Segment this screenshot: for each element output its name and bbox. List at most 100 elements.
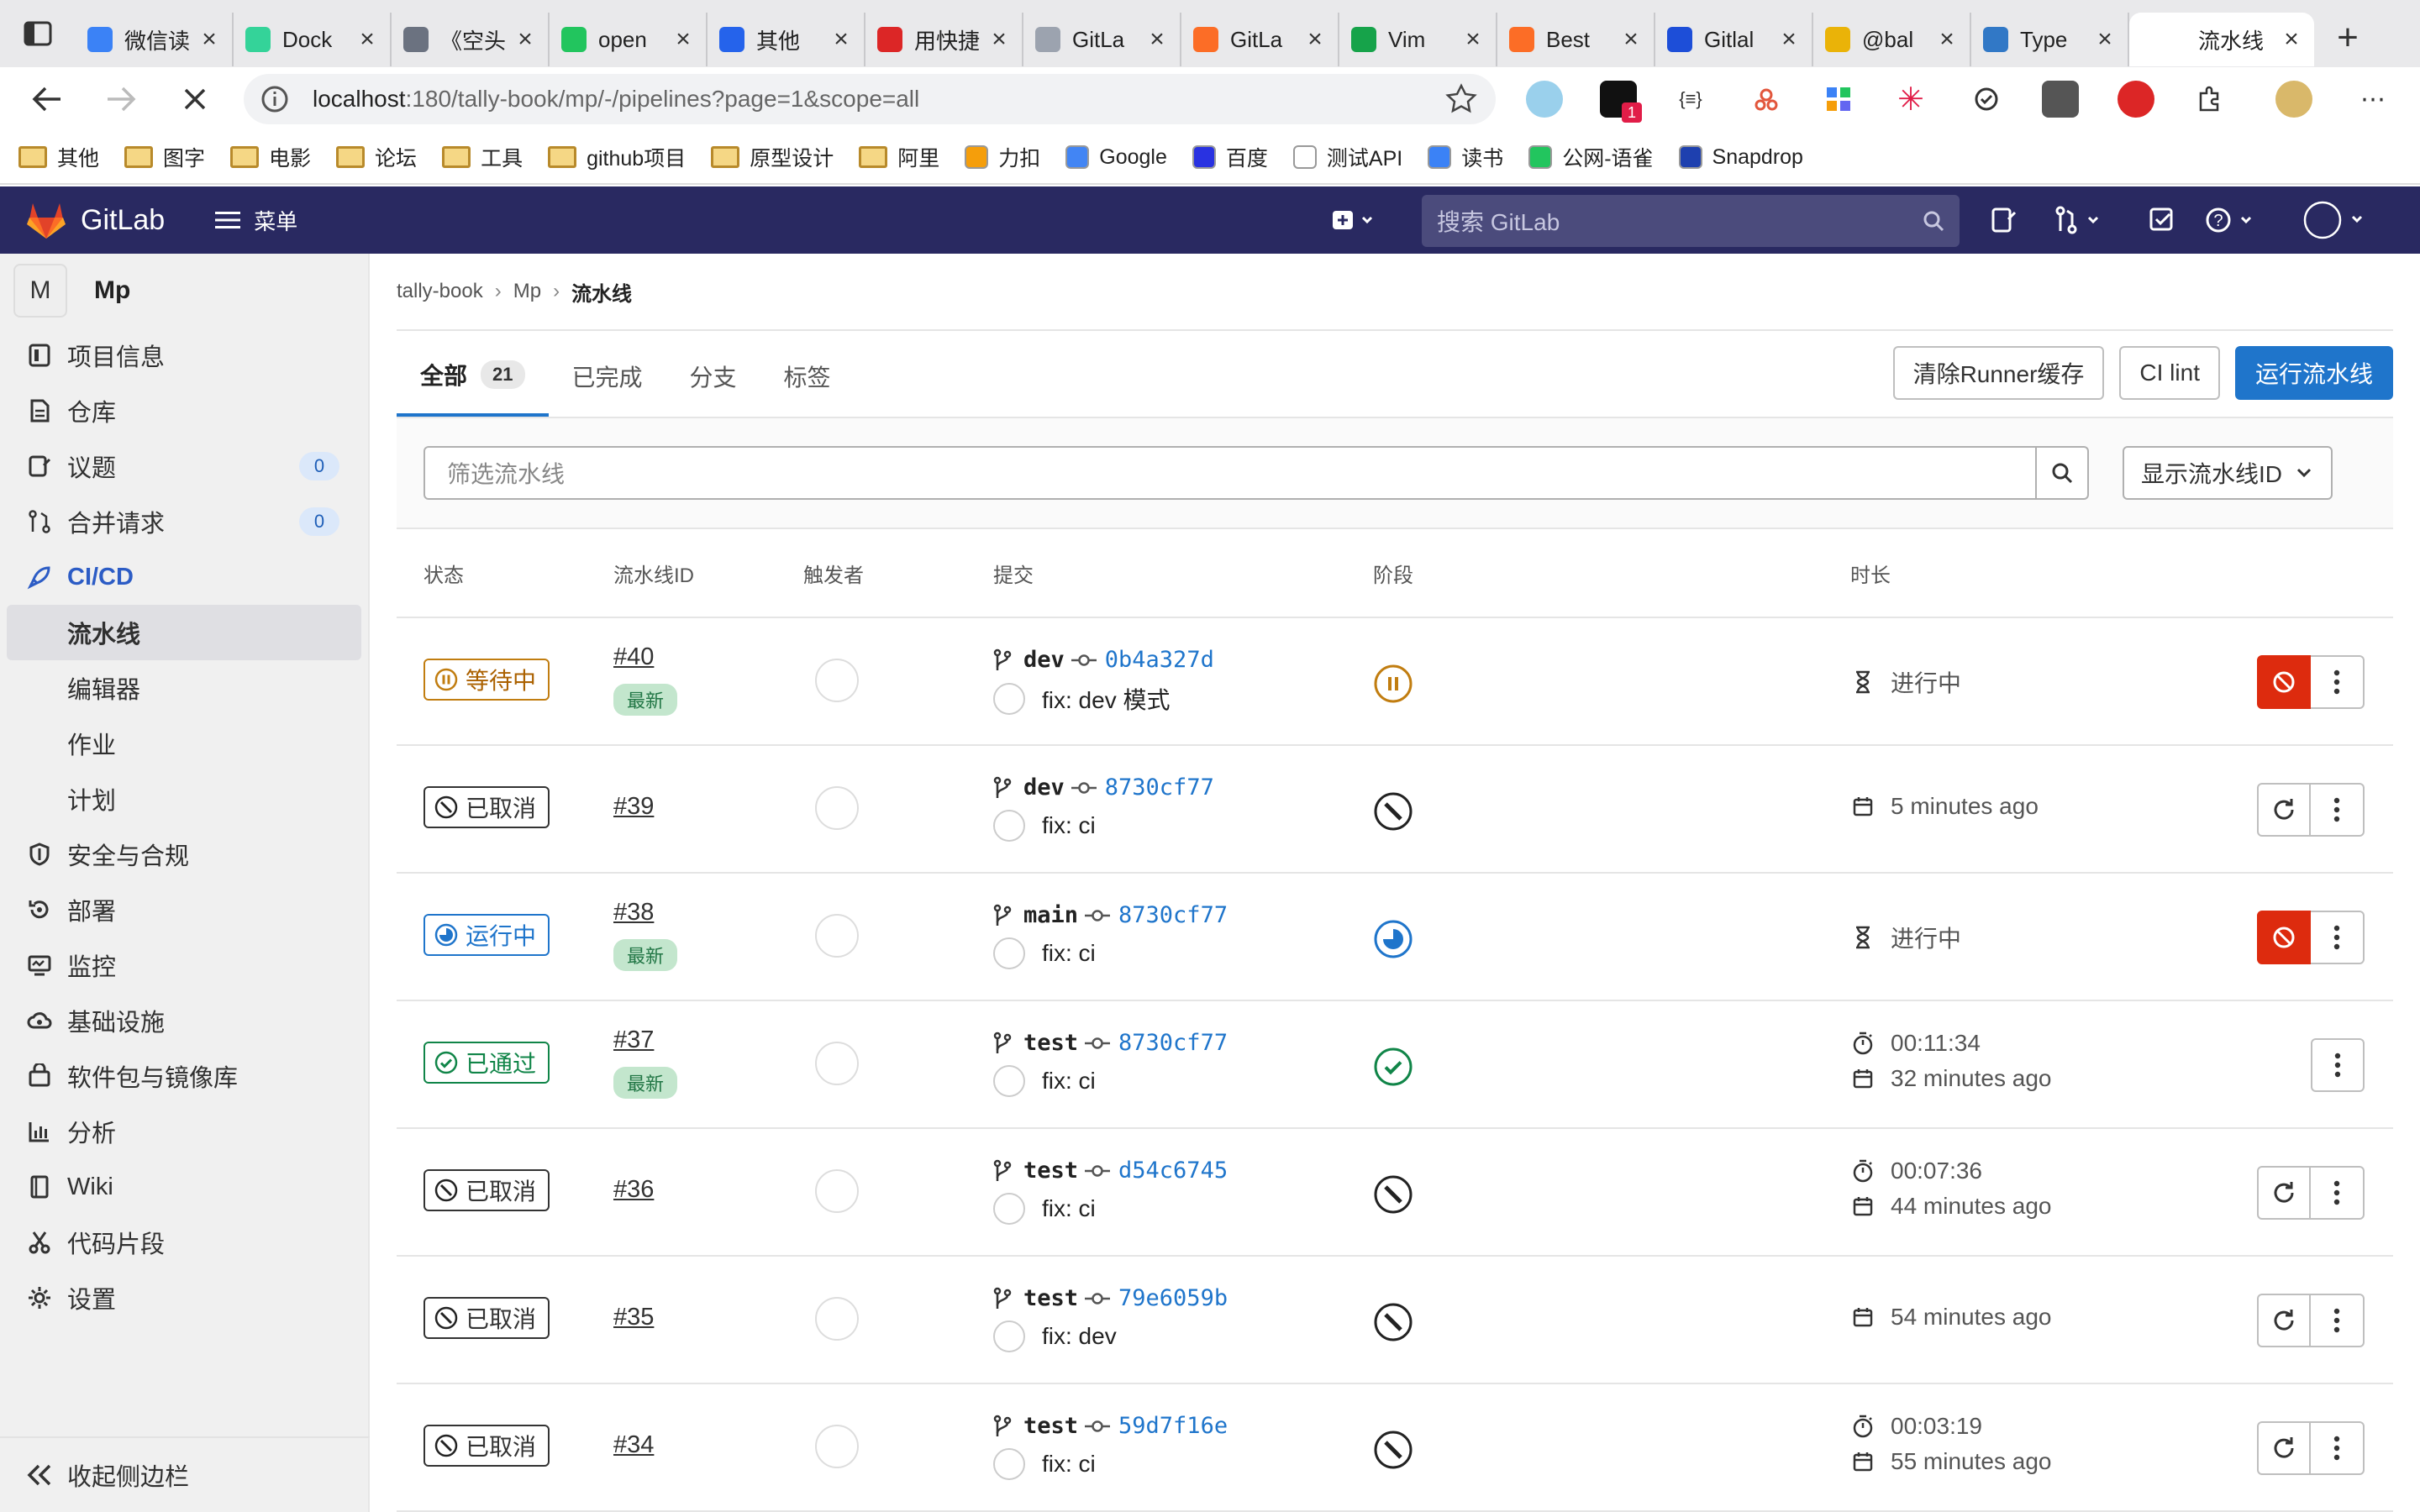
commit-title-link[interactable]: fix: ci [1042,812,1096,839]
browser-tab[interactable]: Dock × [234,13,392,66]
close-icon[interactable]: × [2094,25,2116,54]
tab-all[interactable]: 全部 21 [397,336,549,417]
retry-pipeline-button[interactable] [2257,1294,2311,1347]
new-item-dropdown[interactable] [1331,203,1376,237]
sidebar-item-cloud[interactable]: 基础设施 [0,993,368,1048]
close-icon[interactable]: × [198,25,220,54]
close-icon[interactable]: × [1462,25,1484,54]
browser-tab[interactable]: Vim × [1339,13,1497,66]
close-icon[interactable]: × [514,25,536,54]
branch-name-link[interactable]: test [1023,1158,1078,1184]
status-badge[interactable]: 已取消 [424,1169,550,1211]
commit-title-link[interactable]: fix: dev [1042,1323,1117,1350]
bookmark-folder[interactable]: 论坛 [336,142,417,172]
sidebar-item-rocket[interactable]: CI/CD [0,549,368,605]
todos-nav-icon[interactable] [2148,203,2176,237]
triggerer-avatar[interactable] [815,1042,859,1085]
close-icon[interactable]: × [1146,25,1168,54]
commit-sha-link[interactable]: 59d7f16e [1118,1413,1228,1439]
branch-name-link[interactable]: main [1023,902,1078,928]
tab-pipelines-active[interactable]: 流水线 × [2129,13,2314,66]
commit-title-link[interactable]: fix: ci [1042,1195,1096,1222]
browser-tab[interactable]: GitLa × [1023,13,1181,66]
canceled-stage-icon[interactable] [1373,791,1413,837]
bookmark-folder[interactable]: 工具 [442,142,523,172]
running-stage-icon[interactable] [1373,919,1413,965]
cancel-pipeline-button[interactable] [2257,911,2311,964]
gitlab-search-input[interactable]: 搜索 GitLab [1422,195,1960,247]
main-menu-button[interactable]: 菜单 [215,205,297,236]
sidebar-item-monitor[interactable]: 监控 [0,937,368,993]
branch-name-link[interactable]: test [1023,1413,1078,1439]
branch-name-link[interactable]: test [1023,1285,1078,1311]
sidebar-item-doc[interactable]: 仓库 [0,383,368,438]
browser-tab[interactable]: 其他 × [708,13,865,66]
help-dropdown-icon[interactable]: ? [2205,203,2259,237]
forward-icon[interactable] [84,67,158,131]
close-icon[interactable]: × [1304,25,1326,54]
commit-title-link[interactable]: fix: dev 模式 [1042,682,1170,716]
passed-stage-icon[interactable] [1373,1047,1413,1093]
sidebar-item-chart[interactable]: 分析 [0,1104,368,1159]
cancel-pipeline-button[interactable] [2257,655,2311,709]
canceled-stage-icon[interactable] [1373,1302,1413,1348]
branch-name-link[interactable]: dev [1023,647,1065,673]
pipeline-id-link[interactable]: #37 [613,1026,654,1054]
pipeline-id-link[interactable]: #40 [613,643,654,671]
breadcrumb-group[interactable]: tally-book [397,280,483,303]
browser-tab[interactable]: Best × [1497,13,1655,66]
bookmark-folder[interactable]: 图字 [124,142,205,172]
ci-lint-button[interactable]: CI lint [2119,346,2220,400]
tab-branches[interactable]: 分支 [666,336,760,417]
commit-sha-link[interactable]: 79e6059b [1118,1285,1228,1311]
author-avatar[interactable] [993,937,1025,969]
pipeline-filter-input[interactable]: 筛选流水线 [424,446,2089,500]
extension-icon[interactable] [1526,81,1563,118]
issues-nav-icon[interactable] [1990,203,2018,237]
browser-tab[interactable]: 《空头 × [392,13,550,66]
collapse-sidebar-button[interactable]: 收起侧边栏 [0,1436,370,1512]
triggerer-avatar[interactable] [815,1169,859,1213]
retry-pipeline-button[interactable] [2257,1166,2311,1220]
retry-pipeline-button[interactable] [2257,1421,2311,1475]
merge-requests-nav-icon[interactable] [2054,203,2104,237]
commit-sha-link[interactable]: d54c6745 [1118,1158,1228,1184]
breadcrumb-project[interactable]: Mp [513,280,541,303]
browser-tab[interactable]: Gitlal × [1655,13,1813,66]
commit-sha-link[interactable]: 8730cf77 [1118,1030,1228,1056]
triggerer-avatar[interactable] [815,786,859,830]
json-extension-icon[interactable]: {≡} [1672,81,1709,118]
close-icon[interactable]: × [988,25,1010,54]
extension-icon[interactable]: ✳ [1892,81,1929,118]
pipeline-id-link[interactable]: #34 [613,1431,654,1459]
breadcrumb-current[interactable]: 流水线 [571,277,632,307]
run-pipeline-button[interactable]: 运行流水线 [2234,346,2393,400]
bookmark-folder[interactable]: 其他 [18,142,99,172]
sidebar-item-package[interactable]: 软件包与镜像库 [0,1048,368,1104]
more-actions-button[interactable] [2311,655,2365,709]
back-icon[interactable] [10,67,84,131]
browser-tab[interactable]: 用快捷 × [865,13,1023,66]
status-badge[interactable]: 等待中 [424,659,550,701]
canceled-stage-icon[interactable] [1373,1174,1413,1221]
more-actions-button[interactable] [2311,911,2365,964]
canceled-stage-icon[interactable] [1373,1430,1413,1476]
browser-tab[interactable]: Type × [1971,13,2129,66]
sidebar-toggle-icon[interactable] [0,0,76,67]
display-option-dropdown[interactable]: 显示流水线ID [2123,446,2333,500]
more-actions-button[interactable] [2311,783,2365,837]
tab-finished[interactable]: 已完成 [549,336,666,417]
status-badge[interactable]: 已取消 [424,786,550,828]
sidebar-item-project[interactable]: 项目信息 [0,328,368,383]
author-avatar[interactable] [993,1320,1025,1352]
branch-name-link[interactable]: dev [1023,774,1065,801]
author-avatar[interactable] [993,1193,1025,1225]
new-tab-button[interactable]: + [2314,17,2381,59]
bookmark-link[interactable]: 百度 [1192,142,1268,172]
pipeline-id-link[interactable]: #38 [613,899,654,927]
retry-pipeline-button[interactable] [2257,783,2311,837]
info-icon[interactable] [260,85,289,113]
commit-title-link[interactable]: fix: ci [1042,1068,1096,1095]
bookmark-folder[interactable]: github项目 [548,142,686,172]
bookmark-link[interactable]: Google [1065,145,1167,170]
